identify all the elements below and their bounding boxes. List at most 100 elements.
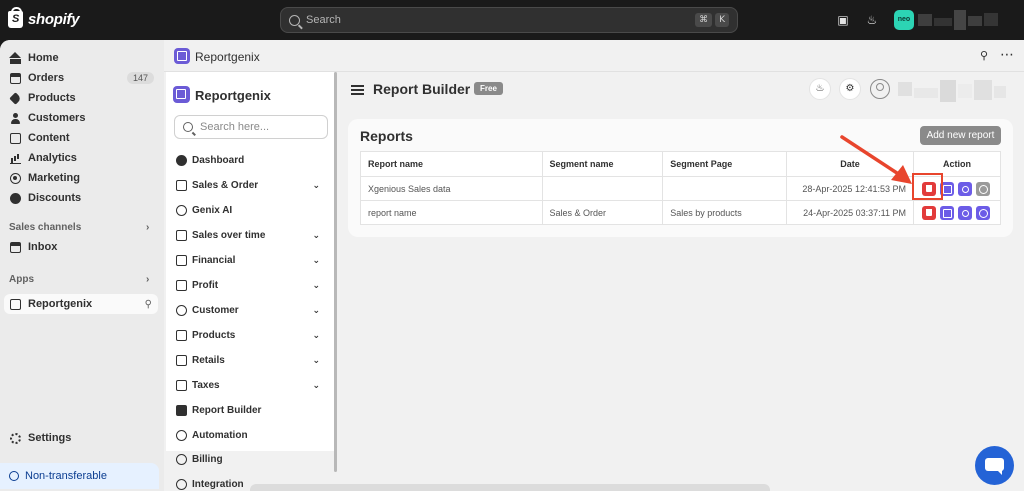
row-actions: [921, 205, 993, 220]
schedule-report-button[interactable]: [975, 181, 990, 196]
tag-icon: [9, 91, 22, 105]
redacted-user-name: [974, 80, 992, 100]
shopify-logo[interactable]: shopify: [8, 7, 80, 28]
app-header: [164, 40, 1024, 72]
nav-orders[interactable]: Orders 147: [4, 68, 158, 88]
hamburger-menu-icon[interactable]: [351, 85, 364, 95]
sidebar-scrollbar[interactable]: [334, 72, 337, 472]
annotation-highlight-box: [912, 173, 943, 200]
cell-report-name: Xgenious Sales data: [360, 176, 543, 201]
cart-icon: [176, 179, 187, 191]
redacted-store-name: [954, 10, 966, 30]
pin-icon[interactable]: ⚲: [980, 49, 988, 62]
table-header-row: Report name Segment name Segment Page Da…: [360, 151, 1002, 177]
redacted-store-name: [984, 13, 998, 26]
chevron-down-icon: ⌄: [312, 379, 320, 390]
left-navigation: Home Orders 147 Products Customers Conten…: [0, 40, 164, 491]
menu-genix-ai[interactable]: Genix AI: [176, 200, 326, 220]
table-row: Xgenious Sales data 28-Apr-2025 12:41:53…: [360, 176, 1002, 201]
redacted-user-name: [940, 80, 956, 102]
column-header-date: Date: [786, 151, 914, 177]
store-icon: [176, 354, 187, 366]
menu-dashboard[interactable]: Dashboard: [176, 150, 326, 170]
nav-analytics[interactable]: Analytics: [4, 148, 158, 168]
user-avatar-icon[interactable]: [870, 79, 890, 99]
redacted-user-name: [958, 84, 972, 98]
search-icon: [183, 122, 193, 132]
shopify-bag-icon: [8, 7, 23, 28]
menu-automation[interactable]: Automation: [176, 425, 326, 445]
chevron-down-icon: ⌄: [312, 179, 320, 190]
store-icon[interactable]: ▣: [835, 12, 851, 28]
chevron-down-icon: ⌄: [312, 304, 320, 315]
view-report-button[interactable]: [957, 181, 972, 196]
non-transferable-banner[interactable]: Non-transferable: [0, 463, 159, 489]
pin-icon[interactable]: ⚲: [145, 299, 152, 310]
ai-icon: [176, 204, 187, 216]
bar-chart-icon: [10, 153, 21, 164]
nav-discounts[interactable]: Discounts: [4, 188, 158, 208]
info-icon: [9, 471, 19, 481]
bank-icon: [176, 254, 187, 266]
menu-retails[interactable]: Retails ⌄: [176, 350, 326, 370]
shortcut-key-k: K: [715, 13, 729, 27]
apps-section[interactable]: Apps ›: [9, 274, 149, 285]
edit-report-button[interactable]: [939, 205, 954, 220]
cell-segment-page: Sales by products: [662, 200, 788, 225]
menu-customer[interactable]: Customer ⌄: [176, 300, 326, 320]
users-icon: [176, 304, 187, 316]
schedule-report-button[interactable]: [975, 205, 990, 220]
menu-financial[interactable]: Financial ⌄: [176, 250, 326, 270]
more-options-icon[interactable]: ⋯: [1000, 46, 1015, 63]
cell-date: 28-Apr-2025 12:41:53 PM: [786, 176, 914, 201]
notification-bell-icon[interactable]: ♨: [864, 12, 880, 28]
redacted-store-name: [918, 14, 932, 26]
app-icon: [10, 298, 21, 310]
column-header-segment-name: Segment name: [541, 151, 664, 177]
notification-bell-button[interactable]: ♨: [809, 78, 831, 100]
settings-gear-button[interactable]: ⚙: [839, 78, 861, 100]
store-avatar[interactable]: neo: [894, 10, 914, 30]
app-search[interactable]: [174, 115, 328, 139]
menu-sales-over-time[interactable]: Sales over time ⌄: [176, 225, 326, 245]
delete-report-button[interactable]: [921, 205, 936, 220]
discount-icon: [10, 192, 21, 204]
chevron-down-icon: ⌄: [312, 229, 320, 240]
chat-support-button[interactable]: [975, 446, 1014, 485]
nav-app-reportgenix[interactable]: Reportgenix ⚲: [4, 294, 158, 314]
nav-products[interactable]: Products: [4, 88, 158, 108]
orders-count-badge: 147: [126, 72, 154, 84]
reports-table: Report name Segment name Segment Page Da…: [360, 151, 1002, 225]
bottom-edge-shadow: [250, 484, 770, 491]
nav-content[interactable]: Content: [4, 128, 158, 148]
nav-home[interactable]: Home: [4, 48, 158, 68]
menu-products[interactable]: Products ⌄: [176, 325, 326, 345]
sales-channels-section[interactable]: Sales channels ›: [9, 222, 149, 233]
tax-icon: [176, 379, 187, 391]
menu-report-builder[interactable]: Report Builder: [176, 400, 326, 420]
add-new-report-button[interactable]: Add new report: [920, 126, 1001, 145]
reports-title: Reports: [360, 128, 413, 144]
column-header-segment-page: Segment Page: [662, 151, 788, 177]
reportgenix-logo-icon: [174, 48, 190, 64]
menu-sales-order[interactable]: Sales & Order ⌄: [176, 175, 326, 195]
view-report-button[interactable]: [957, 205, 972, 220]
calendar-icon: [176, 229, 187, 241]
nav-customers[interactable]: Customers: [4, 108, 158, 128]
menu-profit[interactable]: Profit ⌄: [176, 275, 326, 295]
nav-inbox[interactable]: Inbox: [4, 237, 158, 257]
nav-marketing[interactable]: Marketing: [4, 168, 158, 188]
app-search-input[interactable]: [200, 121, 320, 133]
content-icon: [10, 132, 21, 144]
brand-wordmark: shopify: [28, 11, 80, 28]
cell-segment-name: [541, 176, 664, 201]
menu-billing[interactable]: Billing: [176, 449, 326, 469]
shortcut-key-cmd: ⌘: [695, 13, 713, 27]
dashboard-icon: [176, 154, 187, 166]
table-row: report name Sales & Order Sales by produ…: [360, 200, 1002, 225]
redacted-user-name: [914, 88, 938, 98]
nav-settings[interactable]: Settings: [4, 428, 158, 448]
cell-date: 24-Apr-2025 03:37:11 PM: [786, 200, 914, 225]
global-search[interactable]: Search ⌘ K: [280, 7, 738, 33]
menu-taxes[interactable]: Taxes ⌄: [176, 375, 326, 395]
